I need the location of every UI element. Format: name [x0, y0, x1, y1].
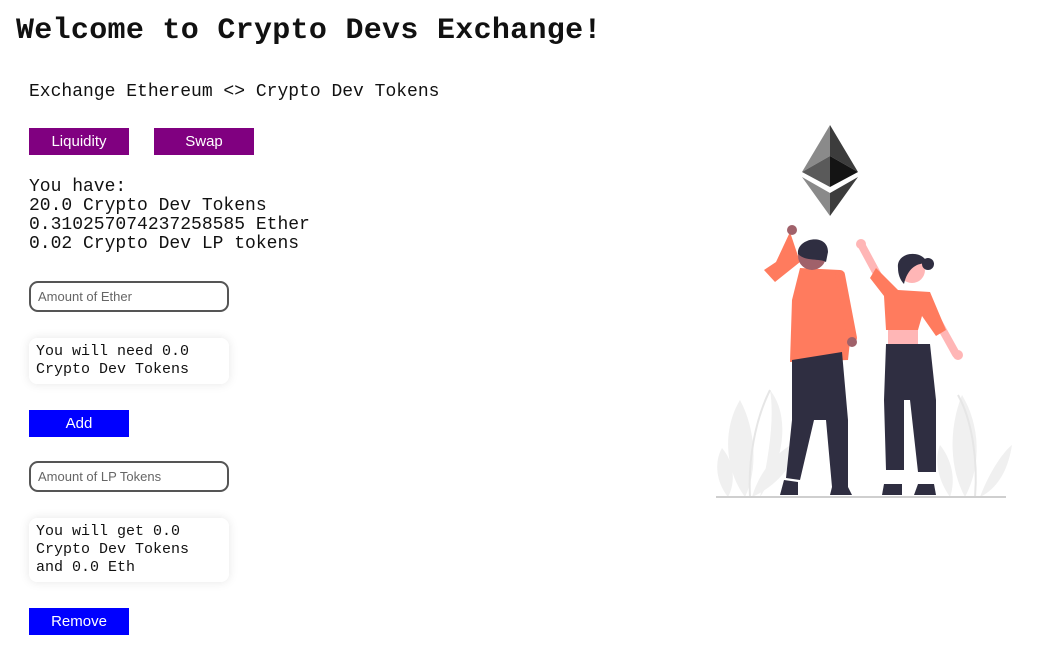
swap-tab-button[interactable]: Swap — [154, 128, 254, 155]
tokens-needed-line-1: You will need 0.0 — [36, 343, 190, 360]
ether-balance: 0.310257074237258585 Ether — [29, 215, 310, 235]
lp-amount-input[interactable] — [29, 461, 229, 492]
ethereum-logo-icon — [802, 125, 858, 216]
withdraw-estimate-line-2: Crypto Dev Tokens — [36, 541, 190, 558]
tokens-needed-line-2: Crypto Dev Tokens — [36, 361, 190, 378]
liquidity-tab-button[interactable]: Liquidity — [29, 128, 129, 155]
withdraw-estimate-line-3: and 0.0 Eth — [36, 559, 136, 576]
withdraw-estimate-line-1: You will get 0.0 — [36, 523, 181, 540]
tokens-needed-card: You will need 0.0 Crypto Dev Tokens — [29, 338, 229, 384]
ether-amount-input[interactable] — [29, 281, 229, 312]
page-subtitle: Exchange Ethereum <> Crypto Dev Tokens — [29, 82, 440, 102]
balances-panel: You have: 20.0 Crypto Dev Tokens 0.31025… — [29, 178, 310, 254]
balances-heading: You have: — [29, 177, 127, 197]
withdraw-estimate-card: You will get 0.0 Crypto Dev Tokens and 0… — [29, 518, 229, 582]
foliage-decoration — [717, 390, 1012, 497]
remove-liquidity-button[interactable]: Remove — [29, 608, 129, 635]
lp-balance: 0.02 Crypto Dev LP tokens — [29, 234, 300, 254]
add-liquidity-button[interactable]: Add — [29, 410, 129, 437]
page-title: Welcome to Crypto Devs Exchange! — [16, 14, 602, 48]
celebration-illustration — [716, 125, 1012, 498]
token-balance: 20.0 Crypto Dev Tokens — [29, 196, 267, 216]
